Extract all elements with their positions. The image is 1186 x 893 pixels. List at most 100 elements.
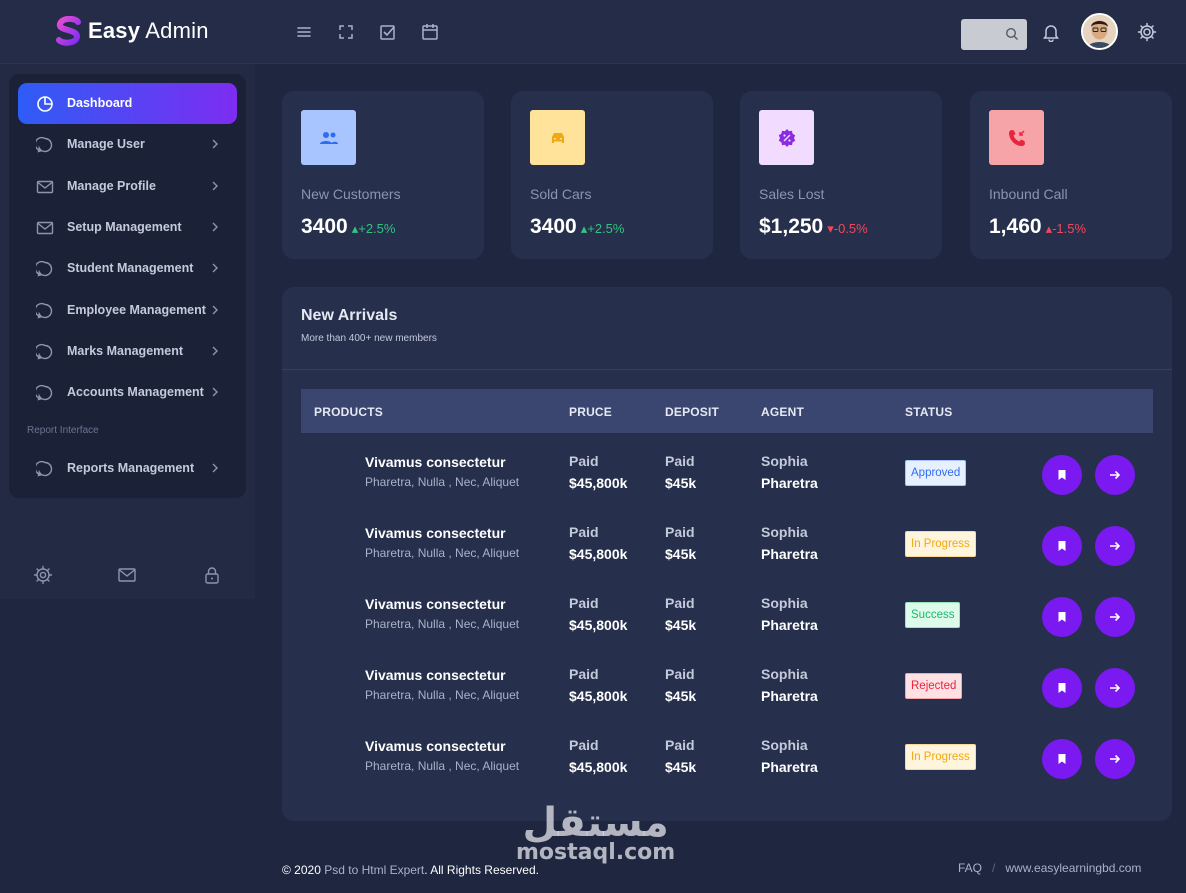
- calendar-icon[interactable]: [420, 22, 440, 42]
- stat-card-sales-lost: Sales Lost $1,250 ▾-0.5%: [740, 91, 942, 259]
- chat-icon: [36, 343, 53, 360]
- sidebar-lock-icon[interactable]: [202, 565, 222, 585]
- product-tags: Pharetra, Nulla , Nec, Aliquet: [365, 617, 520, 631]
- agent-first-name: Sophia: [761, 595, 808, 611]
- column-header-status[interactable]: STATUS: [905, 405, 952, 419]
- price-status: Paid: [569, 666, 599, 682]
- sidebar-item-label: Manage Profile: [67, 179, 156, 193]
- price-status: Paid: [569, 737, 599, 753]
- chat-icon: [36, 460, 53, 477]
- price-status: Paid: [569, 595, 599, 611]
- status-badge: In Progress: [905, 531, 976, 557]
- agent-first-name: Sophia: [761, 524, 808, 540]
- footer-author-link[interactable]: Psd to Html Expert: [324, 863, 424, 877]
- product-name: Vivamus consectetur: [365, 525, 506, 541]
- deposit-status: Paid: [665, 666, 695, 682]
- open-arrow-button[interactable]: [1095, 668, 1135, 708]
- price-status: Paid: [569, 453, 599, 469]
- checkbox-icon[interactable]: [378, 22, 398, 42]
- card-label: New Customers: [301, 186, 401, 202]
- sidebar-item-reports-management[interactable]: Reports Management: [18, 448, 237, 489]
- card-delta: ▾-0.5%: [827, 221, 868, 236]
- column-header-deposit[interactable]: DEPOSIT: [665, 405, 719, 419]
- table-row: Vivamus consectetur Pharetra, Nulla , Nec…: [301, 433, 1153, 504]
- sidebar-item-manage-user[interactable]: Manage User: [18, 124, 237, 165]
- search-icon[interactable]: [1005, 27, 1019, 41]
- deposit-status: Paid: [665, 453, 695, 469]
- arrow-right-icon: [1110, 470, 1121, 480]
- price-value: $45,800k: [569, 688, 628, 704]
- sidebar-item-employee-management[interactable]: Employee Management: [18, 290, 237, 331]
- open-arrow-button[interactable]: [1095, 739, 1135, 779]
- card-label: Sales Lost: [759, 186, 825, 202]
- fullscreen-icon[interactable]: [336, 22, 356, 42]
- column-header-products[interactable]: PRODUCTS: [314, 405, 383, 419]
- product-tags: Pharetra, Nulla , Nec, Aliquet: [365, 759, 520, 773]
- bookmark-button[interactable]: [1042, 526, 1082, 566]
- sidebar-item-marks-management[interactable]: Marks Management: [18, 331, 237, 372]
- bookmark-button[interactable]: [1042, 739, 1082, 779]
- sidebar-item-manage-profile[interactable]: Manage Profile: [18, 166, 237, 207]
- footer-faq-link[interactable]: FAQ: [958, 861, 982, 875]
- arrow-right-icon: [1110, 683, 1121, 693]
- card-icon-box: [989, 110, 1044, 165]
- agent-last-name: Pharetra: [761, 475, 818, 491]
- bookmark-button[interactable]: [1042, 455, 1082, 495]
- open-arrow-button[interactable]: [1095, 597, 1135, 637]
- bookmark-button[interactable]: [1042, 668, 1082, 708]
- card-label: Sold Cars: [530, 186, 592, 202]
- user-avatar[interactable]: [1081, 13, 1118, 50]
- top-bar: Easy Admin: [0, 0, 1186, 64]
- panel-title: New Arrivals: [301, 307, 398, 324]
- card-value: 1,460 ▴-1.5%: [989, 215, 1087, 238]
- sidebar-item-label: Setup Management: [67, 220, 182, 234]
- sidebar-settings-icon[interactable]: [33, 565, 53, 585]
- sidebar-item-accounts-management[interactable]: Accounts Management: [18, 372, 237, 413]
- search-input[interactable]: [961, 19, 1005, 50]
- status-badge: Success: [905, 602, 961, 628]
- watermark-latin: mostaql.com: [516, 840, 676, 865]
- column-header-agent[interactable]: AGENT: [761, 405, 804, 419]
- sidebar-item-student-management[interactable]: Student Management: [18, 248, 237, 289]
- arrow-right-icon: [1110, 541, 1121, 551]
- product-name: Vivamus consectetur: [365, 667, 506, 683]
- status-badge: In Progress: [905, 744, 976, 770]
- sidebar-item-setup-management[interactable]: Setup Management: [18, 207, 237, 248]
- chat-icon: [36, 302, 53, 319]
- card-icon-box: [759, 110, 814, 165]
- arrow-right-icon: [1110, 754, 1121, 764]
- open-arrow-button[interactable]: [1095, 526, 1135, 566]
- stat-card-new-customers: New Customers 3400 ▴+2.5%: [282, 91, 484, 259]
- footer-separator: /: [992, 861, 996, 875]
- sidebar-item-label: Accounts Management: [67, 385, 204, 399]
- card-icon-box: [530, 110, 585, 165]
- settings-gear-icon[interactable]: [1137, 22, 1157, 42]
- footer-links: FAQ / www.easylearningbd.com: [958, 861, 1141, 875]
- agent-first-name: Sophia: [761, 737, 808, 753]
- chevron-right-icon: [212, 346, 218, 356]
- product-tags: Pharetra, Nulla , Nec, Aliquet: [365, 546, 520, 560]
- brand-logo[interactable]: Easy Admin: [56, 16, 209, 46]
- bookmark-button[interactable]: [1042, 597, 1082, 637]
- chat-icon: [36, 136, 53, 153]
- column-header-price[interactable]: PRUCE: [569, 405, 612, 419]
- pie-chart-icon: [37, 96, 53, 112]
- sidebar-item-label: Student Management: [67, 261, 194, 275]
- chevron-right-icon: [212, 387, 218, 397]
- status-badge: Rejected: [905, 673, 963, 699]
- notification-bell-icon[interactable]: [1041, 22, 1061, 42]
- card-icon-box: [301, 110, 356, 165]
- sidebar-mail-icon[interactable]: [117, 565, 137, 585]
- menu-icon[interactable]: [294, 22, 314, 42]
- bookmark-icon: [1058, 754, 1066, 764]
- table-header: PRODUCTS PRUCE DEPOSIT AGENT STATUS: [301, 389, 1153, 433]
- open-arrow-button[interactable]: [1095, 455, 1135, 495]
- sidebar-item-dashboard[interactable]: Dashboard: [18, 83, 237, 124]
- footer-site-link[interactable]: www.easylearningbd.com: [1005, 861, 1141, 875]
- arrow-right-icon: [1110, 612, 1121, 622]
- bookmark-icon: [1058, 683, 1066, 693]
- price-value: $45,800k: [569, 546, 628, 562]
- sidebar-item-label: Marks Management: [67, 344, 184, 358]
- table-row: Vivamus consectetur Pharetra, Nulla , Nec…: [301, 575, 1153, 646]
- card-delta: ▴-1.5%: [1045, 221, 1087, 236]
